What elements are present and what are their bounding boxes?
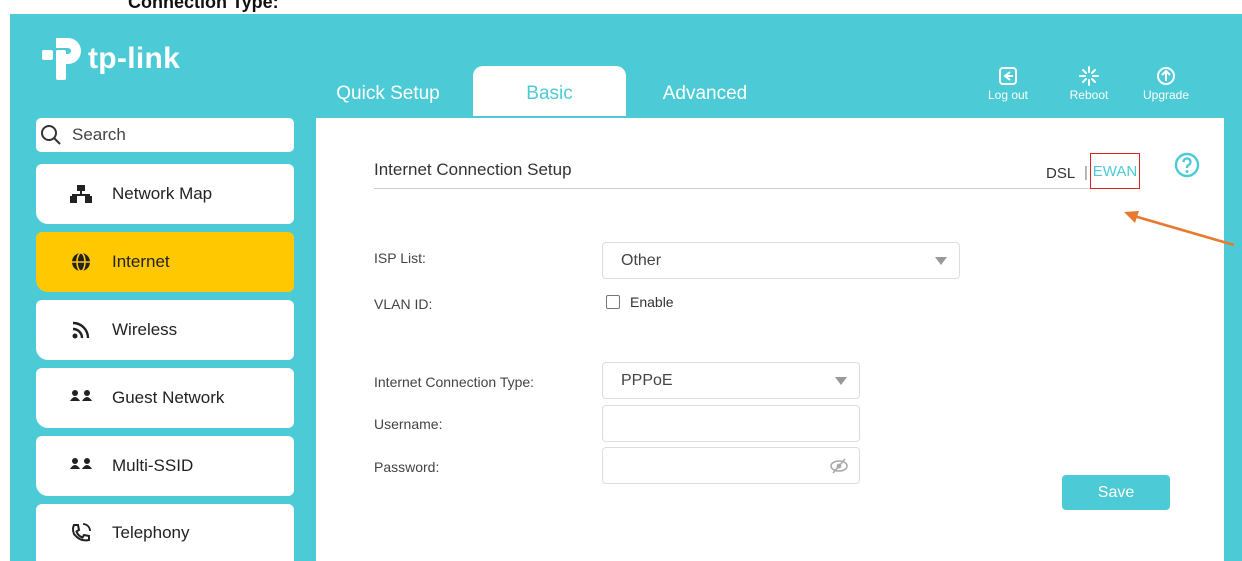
- sidebar-item-label: Internet: [112, 252, 170, 271]
- sidebar-item-label: Telephony: [112, 522, 190, 542]
- vlan-id-label: VLAN ID:: [374, 296, 433, 312]
- vlan-enable-label: Enable: [630, 294, 674, 310]
- help-icon: [1174, 152, 1200, 178]
- mode-dsl-link[interactable]: DSL: [1046, 165, 1075, 182]
- eye-hidden-icon[interactable]: [829, 458, 849, 474]
- mode-ewan-link[interactable]: EWAN: [1090, 153, 1140, 189]
- search-icon: [41, 125, 61, 145]
- help-button[interactable]: [1174, 152, 1200, 183]
- upgrade-icon: [1157, 67, 1175, 85]
- sidebar-item-telephony[interactable]: Telephony: [36, 504, 294, 561]
- main-panel: Internet Connection Setup DSL | EWAN ISP…: [316, 118, 1224, 561]
- logout-button[interactable]: Log out: [982, 66, 1034, 102]
- router-admin-window: tp-link Quick Setup Basic Advanced Log o…: [10, 14, 1242, 561]
- guest-network-icon: [66, 389, 96, 407]
- logo-text: tp-link: [88, 42, 181, 75]
- connection-type-label: Internet Connection Type:: [374, 374, 535, 390]
- username-field[interactable]: [602, 405, 860, 442]
- logout-icon: [999, 67, 1017, 85]
- upgrade-label: Upgrade: [1142, 88, 1190, 102]
- annotation-arrow-icon: [1124, 211, 1235, 247]
- sidebar-item-wireless[interactable]: Wireless: [36, 300, 294, 360]
- multi-ssid-icon: [66, 457, 96, 475]
- connection-type-value: PPPoE: [621, 371, 673, 389]
- wireless-icon: [66, 320, 96, 340]
- username-label: Username:: [374, 416, 443, 432]
- sidebar-item-label: Wireless: [112, 320, 178, 339]
- sidebar-item-label: Network Map: [112, 184, 213, 203]
- checkbox-box[interactable]: [606, 295, 620, 309]
- telephony-icon: [66, 522, 96, 544]
- connection-type-select[interactable]: PPPoE: [602, 362, 860, 399]
- sidebar-item-network-map[interactable]: Network Map: [36, 164, 294, 224]
- reboot-icon: [1079, 66, 1099, 86]
- isp-list-select[interactable]: Other: [602, 242, 960, 279]
- tab-advanced[interactable]: Advanced: [640, 66, 770, 116]
- password-label: Password:: [374, 459, 440, 475]
- logout-label: Log out: [987, 88, 1029, 102]
- password-field[interactable]: [602, 447, 860, 484]
- network-map-icon: [66, 185, 96, 203]
- reboot-label: Reboot: [1069, 88, 1109, 102]
- sidebar-item-label: Guest Network: [112, 388, 225, 407]
- tp-link-logo-icon: [42, 38, 81, 80]
- tab-quick-setup[interactable]: Quick Setup: [328, 66, 448, 116]
- globe-icon: [66, 252, 96, 272]
- tab-basic[interactable]: Basic: [473, 66, 626, 116]
- section-divider: [374, 188, 1138, 189]
- mode-separator: |: [1084, 164, 1088, 181]
- sidebar-item-label: Multi-SSID: [112, 456, 194, 475]
- chevron-down-icon: [835, 376, 847, 385]
- vlan-enable-checkbox[interactable]: Enable: [606, 294, 674, 310]
- upgrade-button[interactable]: Upgrade: [1140, 66, 1192, 102]
- isp-list-value: Other: [621, 251, 662, 269]
- search-input[interactable]: [70, 124, 274, 146]
- chevron-down-icon: [935, 256, 947, 265]
- sidebar-item-multi-ssid[interactable]: Multi-SSID: [36, 436, 294, 496]
- tp-link-logo: tp-link: [42, 36, 180, 82]
- sidebar-search[interactable]: [36, 118, 294, 152]
- sidebar-item-guest-network[interactable]: Guest Network: [36, 368, 294, 428]
- reboot-button[interactable]: Reboot: [1063, 66, 1115, 102]
- isp-list-label: ISP List:: [374, 250, 426, 266]
- page-caption: Connection Type:: [128, 0, 279, 12]
- sidebar-item-internet[interactable]: Internet: [36, 232, 294, 292]
- save-button[interactable]: Save: [1062, 475, 1170, 510]
- section-title: Internet Connection Setup: [374, 160, 572, 179]
